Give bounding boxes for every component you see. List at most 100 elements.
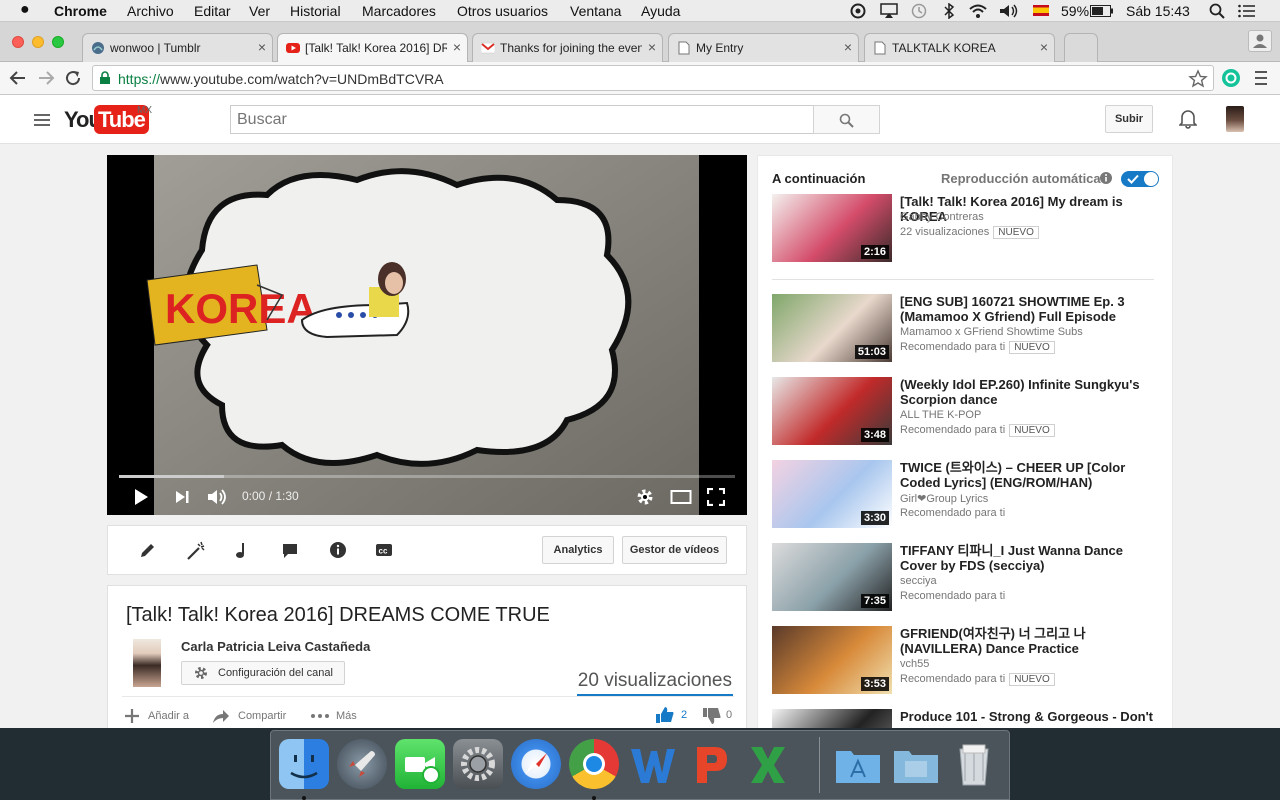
video-thumbnail[interactable]: 2:16 — [772, 194, 892, 262]
window-zoom-button[interactable] — [52, 36, 64, 48]
documents-folder-icon[interactable] — [891, 739, 941, 789]
like-button[interactable]: 2 — [655, 706, 687, 726]
notification-center-icon[interactable] — [1238, 4, 1256, 18]
channel-avatar[interactable] — [133, 639, 161, 687]
more-button[interactable]: Más — [310, 708, 357, 726]
trash-icon[interactable] — [949, 739, 999, 789]
related-video-item[interactable]: 3:30 TWICE (트와이스) – CHEER UP [Color Coded… — [772, 460, 1164, 530]
battery-icon[interactable] — [1090, 5, 1114, 17]
settings-gear-icon[interactable] — [636, 488, 654, 506]
volume-icon[interactable] — [207, 488, 229, 506]
launchpad-icon[interactable] — [337, 739, 387, 789]
volume-icon[interactable] — [998, 3, 1020, 19]
theater-mode-icon[interactable] — [670, 489, 692, 505]
video-thumbnail[interactable]: 7:35 — [772, 543, 892, 611]
spanish-flag-icon[interactable] — [1033, 5, 1049, 16]
related-video-item[interactable]: 3:53 GFRIEND(여자친구) 너 그리고 나(NAVILLERA) Dan… — [772, 626, 1164, 696]
video-thumbnail[interactable]: 3:53 — [772, 626, 892, 694]
video-title[interactable]: GFRIEND(여자친구) 너 그리고 나(NAVILLERA) Dance P… — [900, 626, 1160, 656]
menu-ver[interactable]: Ver — [249, 3, 270, 19]
tab-tumblr[interactable]: wonwoo | Tumblr × — [82, 33, 273, 62]
video-title[interactable]: (Weekly Idol EP.260) Infinite Sungkyu's … — [900, 377, 1160, 407]
reload-icon[interactable] — [64, 69, 82, 87]
tab-close-icon[interactable]: × — [844, 39, 852, 55]
next-video-icon[interactable] — [174, 489, 190, 505]
upload-button[interactable]: Subir — [1105, 105, 1153, 133]
word-icon[interactable] — [627, 739, 677, 789]
video-thumbnail[interactable]: 3:30 — [772, 460, 892, 528]
safari-icon[interactable] — [511, 739, 561, 789]
autoplay-toggle[interactable] — [1121, 171, 1159, 187]
audio-note-icon[interactable] — [235, 541, 249, 559]
video-channel[interactable]: vch55 — [900, 658, 929, 670]
new-tab-button[interactable] — [1064, 33, 1098, 62]
progress-track[interactable] — [119, 475, 735, 478]
edit-pencil-icon[interactable] — [138, 542, 156, 560]
powerpoint-icon[interactable] — [685, 739, 735, 789]
annotations-comment-icon[interactable] — [281, 542, 299, 560]
tab-my-entry[interactable]: My Entry × — [668, 33, 859, 62]
tab-talktalk-korea[interactable]: TALKTALK KOREA × — [864, 33, 1055, 62]
video-channel[interactable]: Mamamoo x GFriend Showtime Subs — [900, 326, 1083, 338]
video-player[interactable]: KOREA 0:00 / 1:30 — [107, 155, 747, 515]
back-arrow-icon[interactable] — [9, 69, 27, 87]
profile-button[interactable] — [1248, 30, 1272, 52]
finder-icon[interactable] — [279, 739, 329, 789]
video-title[interactable]: [ENG SUB] 160721 SHOWTIME Ep. 3 (Mamamoo… — [900, 294, 1160, 324]
video-thumbnail[interactable]: 3:48 — [772, 377, 892, 445]
tab-close-icon[interactable]: × — [1040, 39, 1048, 55]
spotlight-search-icon[interactable] — [1209, 3, 1225, 19]
menu-marcadores[interactable]: Marcadores — [362, 3, 436, 19]
tab-youtube[interactable]: [Talk! Talk! Korea 2016] DREAMS COME TRU… — [277, 33, 468, 63]
video-channel[interactable]: ALL THE K-POP — [900, 409, 981, 421]
hamburger-menu-icon[interactable] — [34, 114, 50, 126]
video-title[interactable]: Produce 101 - Strong & Gorgeous - Don't — [900, 709, 1160, 724]
search-input[interactable] — [230, 105, 814, 134]
related-video-item[interactable]: 3:48 (Weekly Idol EP.260) Infinite Sungky… — [772, 377, 1164, 447]
video-thumbnail[interactable]: 51:03 — [772, 294, 892, 362]
excel-icon[interactable] — [743, 739, 793, 789]
clock[interactable]: Sáb 15:43 — [1126, 3, 1190, 19]
facetime-icon[interactable] — [395, 739, 445, 789]
menu-ayuda[interactable]: Ayuda — [641, 3, 680, 19]
bluetooth-icon[interactable] — [943, 3, 955, 19]
avatar[interactable] — [1226, 106, 1244, 132]
related-video-item[interactable]: 2:16 [Talk! Talk! Korea 2016] My dream is… — [772, 194, 1164, 264]
apple-icon[interactable]: ● — [20, 1, 30, 19]
fullscreen-icon[interactable] — [707, 488, 725, 506]
video-manager-button[interactable]: Gestor de vídeos — [622, 536, 727, 564]
menu-otros-usuarios[interactable]: Otros usuarios — [457, 3, 548, 19]
status-circle-icon[interactable] — [850, 3, 866, 19]
tab-gmail[interactable]: Thanks for joining the event × — [472, 33, 663, 62]
search-button[interactable] — [813, 105, 880, 134]
system-preferences-icon[interactable] — [453, 739, 503, 789]
window-minimize-button[interactable] — [32, 36, 44, 48]
channel-name[interactable]: Carla Patricia Leiva Castañeda — [181, 639, 370, 654]
video-title[interactable]: TIFFANY 티파니_I Just Wanna Dance Cover by … — [900, 543, 1160, 573]
add-to-button[interactable]: Añadir a — [124, 708, 189, 726]
info-icon[interactable] — [329, 541, 347, 559]
channel-settings-button[interactable]: Configuración del canal — [181, 661, 345, 685]
bookmark-star-icon[interactable] — [1188, 69, 1208, 89]
video-channel[interactable]: Girl❤Group Lyrics — [900, 492, 988, 505]
info-icon[interactable] — [1099, 171, 1113, 185]
menu-historial[interactable]: Historial — [290, 3, 341, 19]
chrome-icon[interactable] — [569, 739, 619, 789]
window-close-button[interactable] — [12, 36, 24, 48]
menu-editar[interactable]: Editar — [194, 3, 231, 19]
related-video-item[interactable]: 51:03 [ENG SUB] 160721 SHOWTIME Ep. 3 (Ma… — [772, 294, 1164, 364]
related-video-item[interactable]: 7:35 TIFFANY 티파니_I Just Wanna Dance Cover… — [772, 543, 1164, 613]
subtitles-cc-icon[interactable]: cc — [375, 543, 393, 557]
tab-close-icon[interactable]: × — [453, 39, 461, 55]
menu-app-name[interactable]: Chrome — [54, 3, 107, 19]
notifications-bell-icon[interactable] — [1179, 109, 1197, 129]
address-bar[interactable]: https://www.youtube.com/watch?v=UNDmBdTC… — [92, 65, 1214, 91]
forward-arrow-icon[interactable] — [37, 69, 55, 87]
grammarly-extension-icon[interactable] — [1221, 68, 1241, 88]
menu-ventana[interactable]: Ventana — [570, 3, 621, 19]
chrome-menu-icon[interactable] — [1254, 69, 1268, 87]
related-video-item[interactable]: Produce 101 - Strong & Gorgeous - Don't — [772, 709, 1164, 728]
dislike-button[interactable]: 0 — [702, 707, 732, 727]
analytics-button[interactable]: Analytics — [542, 536, 614, 564]
enhancements-wand-icon[interactable] — [186, 541, 206, 561]
